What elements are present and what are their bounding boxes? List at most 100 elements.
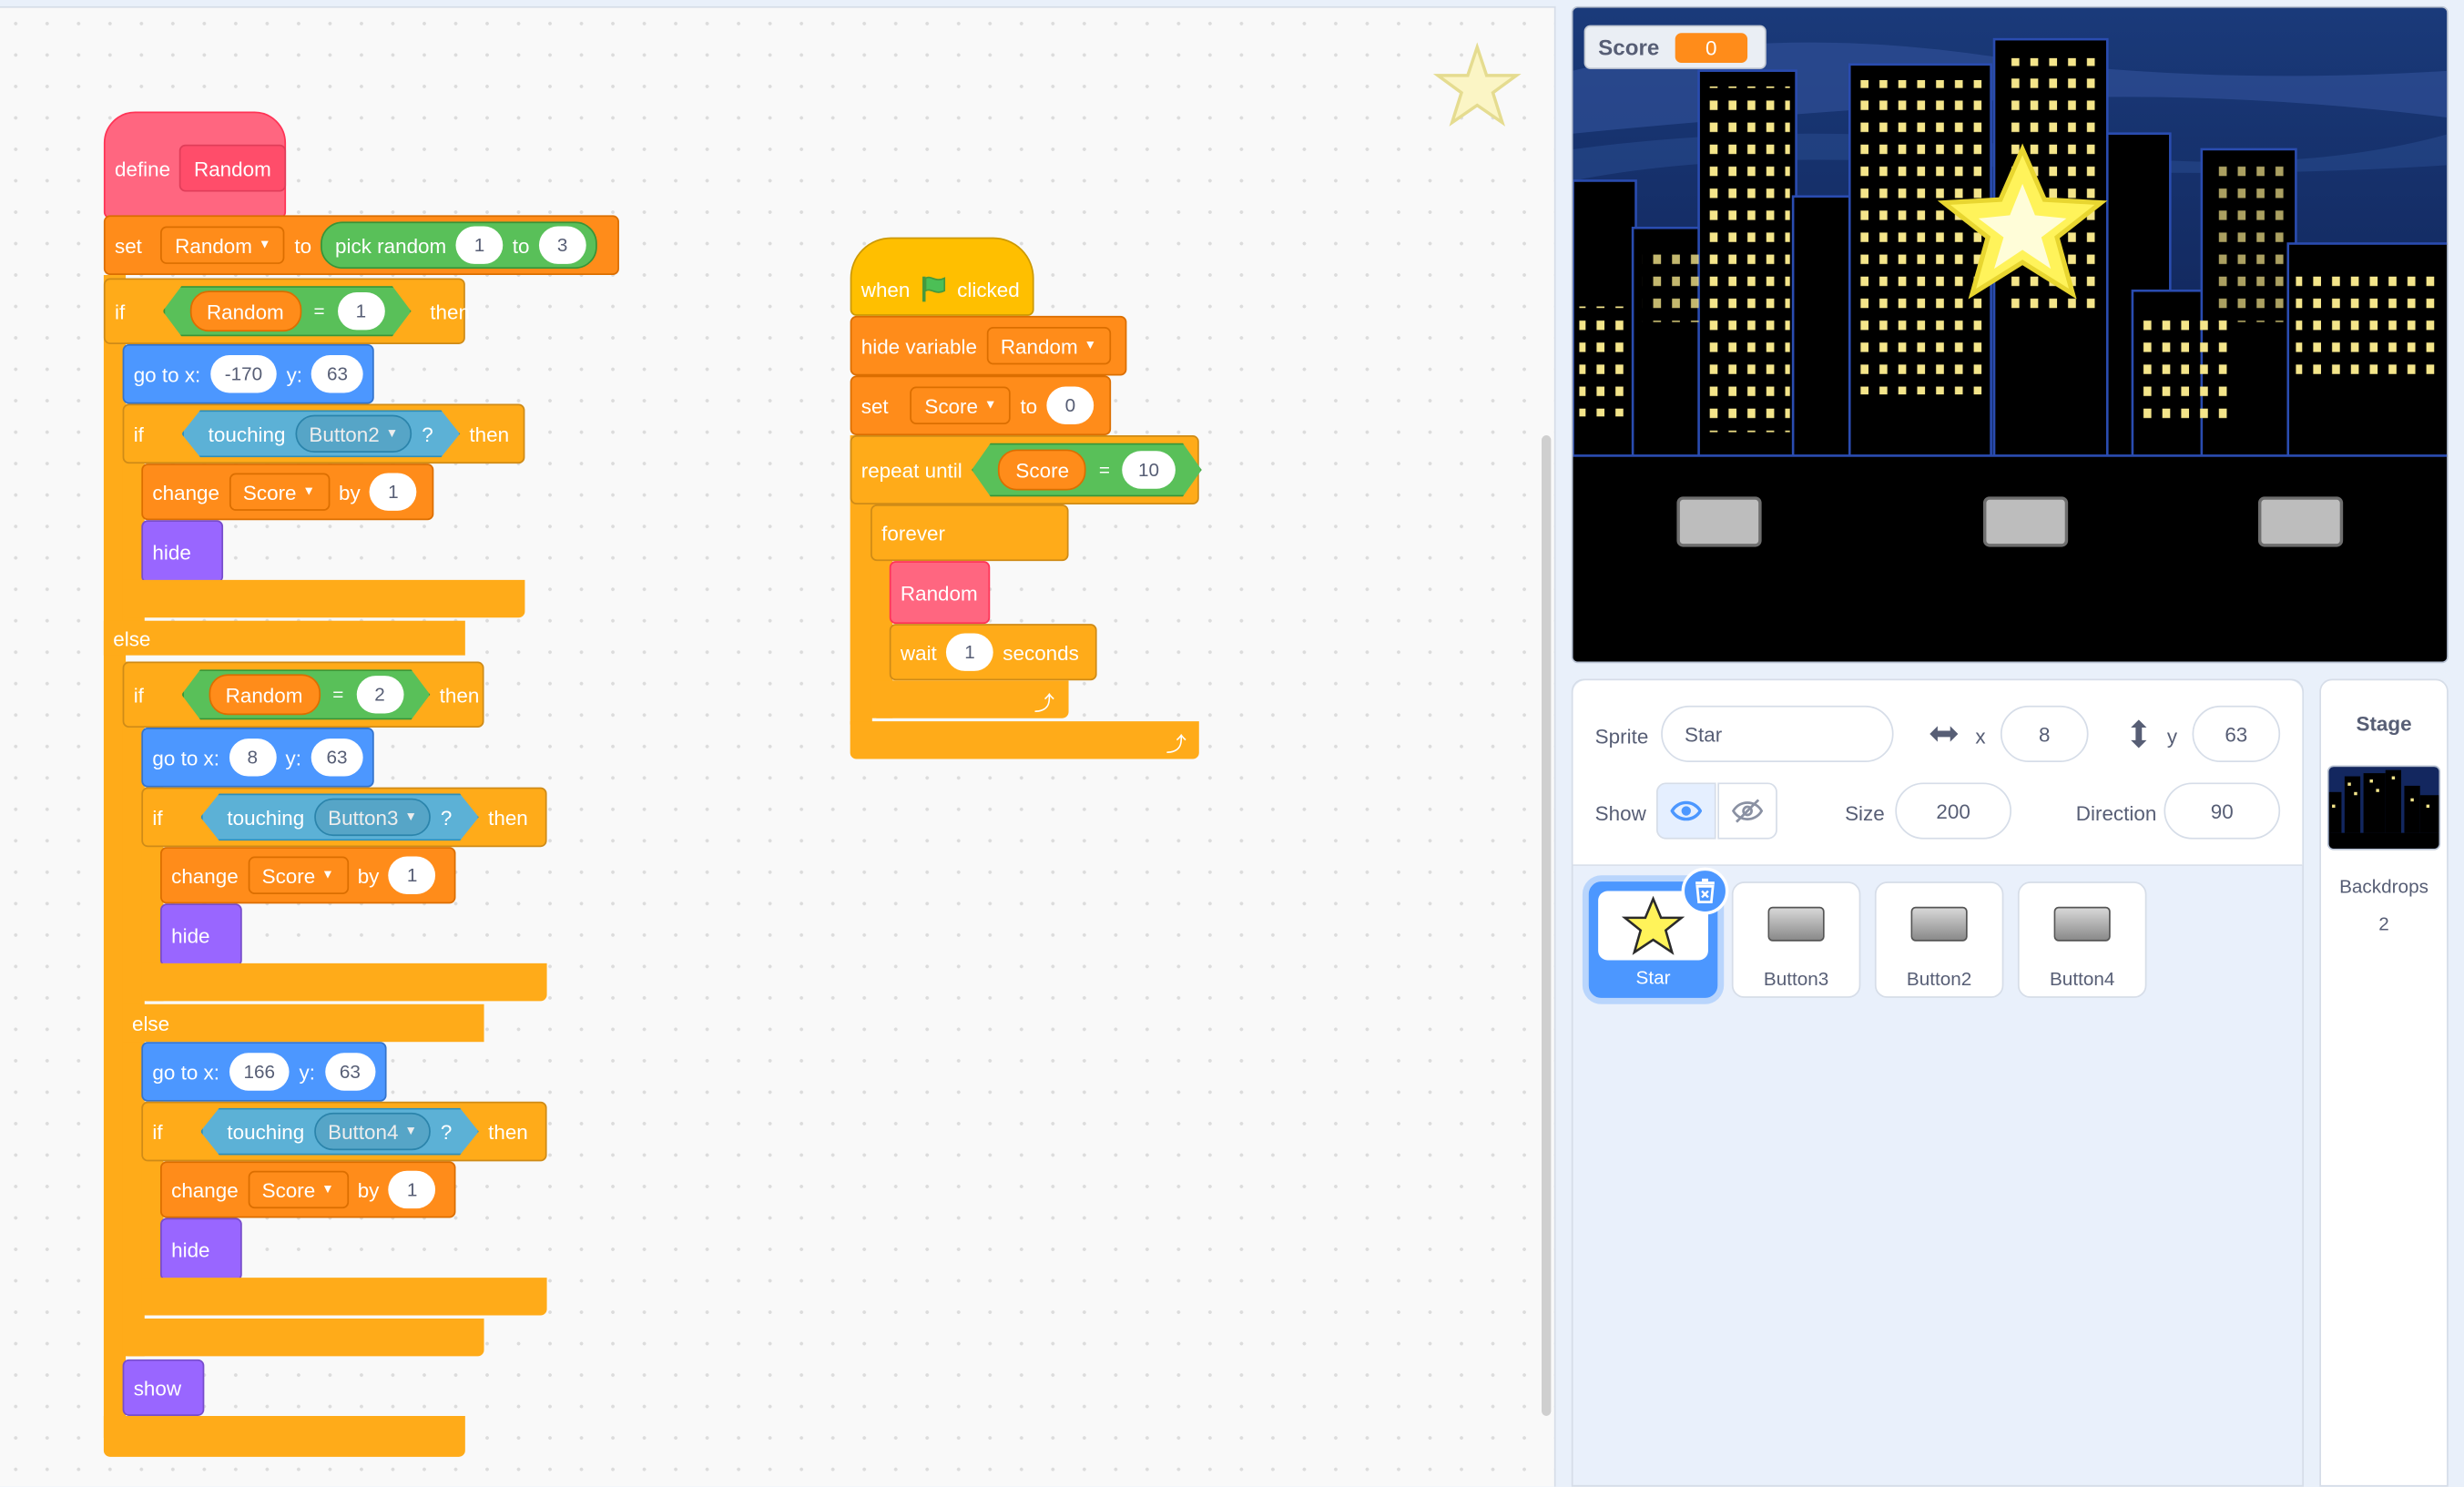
sprite-tile-button4[interactable]: Button4 [2017,881,2147,998]
dropdown-arrow-icon: ▼ [404,1123,418,1138]
change-score-block[interactable]: change Score ▼ by 1 [160,847,456,904]
x-input[interactable]: 8 [2000,705,2089,763]
sprite-tile-button2[interactable]: Button2 [1874,881,2004,998]
backdrops-count: 2 [2378,912,2389,935]
set-value-input[interactable]: 0 [1046,386,1095,424]
show-label: show [133,1375,182,1400]
wait-input[interactable]: 1 [946,633,993,671]
button-icon [1910,906,1968,942]
random-reporter[interactable]: Random [189,290,301,331]
hide-block[interactable]: hide [141,520,224,584]
x-label: x [1975,724,1986,749]
city-backdrop [1573,7,2448,662]
if-random-1-block[interactable]: if Random = 1 then [103,278,470,344]
touching-sensor[interactable]: touching Button2 ▼ ? [181,410,460,457]
when-label: when [860,277,911,301]
city-thumb [2328,767,2439,849]
y-input[interactable]: 63 [311,355,363,393]
then-label: then [488,805,528,830]
change-label: change [171,1177,239,1202]
show-block[interactable]: show [122,1359,205,1416]
y-label: y: [299,1060,316,1084]
hide-block[interactable]: hide [160,1217,242,1281]
set-random-block[interactable]: set Random ▼ to pick random 1 to 3 [103,215,619,276]
goto-xy-block[interactable]: go to x: 8 y: 63 [141,728,374,788]
random-reporter[interactable]: Random [209,674,321,715]
change-by-input[interactable]: 1 [388,1170,436,1209]
when-flag-clicked-hat[interactable]: when clicked [850,237,1034,316]
show-visible-toggle[interactable] [1655,782,1716,840]
sprite-tile-button3[interactable]: Button3 [1731,881,1861,998]
goto-xy-block[interactable]: go to x: -170 y: 63 [122,343,374,404]
variable-dropdown[interactable]: Random ▼ [986,326,1111,365]
y-input[interactable]: 63 [311,738,363,777]
y-input[interactable]: 63 [324,1053,376,1091]
sprite-name-input[interactable]: Star [1661,705,1894,763]
star-icon [1622,895,1685,955]
repeat-until-bottom [850,721,1199,759]
touch-target-dropdown[interactable]: Button3 ▼ [314,799,432,836]
proc-prototype[interactable]: Random [179,144,286,192]
touch-target-dropdown[interactable]: Button4 ▼ [314,1113,432,1150]
eq-value-input[interactable]: 1 [337,292,384,330]
equals-operator[interactable]: Score = 10 [972,443,1202,497]
score-reporter[interactable]: Score [998,450,1086,491]
touching-sensor[interactable]: touching Button3 ▼ ? [200,794,479,841]
forever-block[interactable]: forever [871,504,1069,562]
pick-random-reporter[interactable]: pick random 1 to 3 [321,221,597,270]
monitor-label: Score [1598,34,1660,60]
if-touching-block[interactable]: if touching Button2 ▼ ? then [122,403,525,464]
if-touching-block[interactable]: if touching Button3 ▼ ? then [141,787,547,848]
stage-backdrop-thumb[interactable] [2327,765,2441,850]
change-score-block[interactable]: change Score ▼ by 1 [160,1161,456,1218]
variable-dropdown[interactable]: Random ▼ [160,226,286,264]
set-score-block[interactable]: set Score ▼ to 0 [850,375,1112,436]
if-touching-block[interactable]: if touching Button4 ▼ ? then [141,1101,547,1162]
then-label: then [469,422,510,446]
pick-from-input[interactable]: 1 [455,226,504,264]
dropdown-arrow-icon: ▼ [321,867,334,882]
goto-xy-block[interactable]: go to x: 166 y: 63 [141,1042,387,1102]
hide-variable-block[interactable]: hide variable Random ▼ [850,315,1127,376]
size-input[interactable]: 200 [1895,782,2012,840]
eye-icon [1670,800,1703,821]
eq-value-input[interactable]: 2 [356,676,403,713]
equals-operator[interactable]: Random = 1 [163,286,412,336]
dropdown-arrow-icon: ▼ [983,397,997,412]
touch-target-dropdown[interactable]: Button2 ▼ [295,415,412,453]
delete-sprite-button[interactable] [1681,867,1729,915]
if-random-2-block[interactable]: if Random = 2 then [122,661,484,728]
show-hidden-toggle[interactable] [1717,782,1777,840]
hide-label: hide [152,539,191,564]
touching-sensor[interactable]: touching Button4 ▼ ? [200,1108,479,1156]
x-input[interactable]: -170 [209,355,278,393]
stage-canvas[interactable] [1571,5,2449,664]
code-area-scrollbar[interactable] [1542,435,1552,1416]
code-area[interactable]: define Random set Random ▼ to pick random… [0,5,1556,1487]
eq-sign: = [313,300,325,322]
change-by-input[interactable]: 1 [388,856,436,894]
y-input[interactable]: 63 [2192,705,2281,763]
x-input[interactable]: 166 [229,1053,290,1091]
touching-label: touching [227,805,305,830]
change-score-block[interactable]: change Score ▼ by 1 [141,463,434,521]
variable-dropdown[interactable]: Score ▼ [229,473,330,511]
equals-operator[interactable]: Random = 2 [181,669,430,719]
x-input[interactable]: 8 [229,738,277,777]
change-by-input[interactable]: 1 [370,473,417,511]
hide-block[interactable]: hide [160,903,242,967]
variable-dropdown[interactable]: Score ▼ [248,856,349,894]
variable-dropdown[interactable]: Score ▼ [248,1170,349,1209]
stage-selector[interactable]: Stage Backdrops 2 [2319,678,2449,1487]
direction-input[interactable]: 90 [2164,782,2281,840]
call-random-block[interactable]: Random [889,561,991,625]
wait-block[interactable]: wait 1 seconds [889,624,1097,681]
pick-to-input[interactable]: 3 [538,226,586,264]
touching-label: touching [208,422,286,446]
repeat-until-block[interactable]: repeat until Score = 10 [850,435,1199,504]
define-hat-block[interactable]: define Random [103,111,287,219]
score-monitor[interactable]: Score 0 [1583,25,1767,69]
eq-value-input[interactable]: 10 [1123,451,1176,488]
variable-dropdown[interactable]: Score ▼ [910,386,1012,424]
if-label: if [114,299,126,323]
